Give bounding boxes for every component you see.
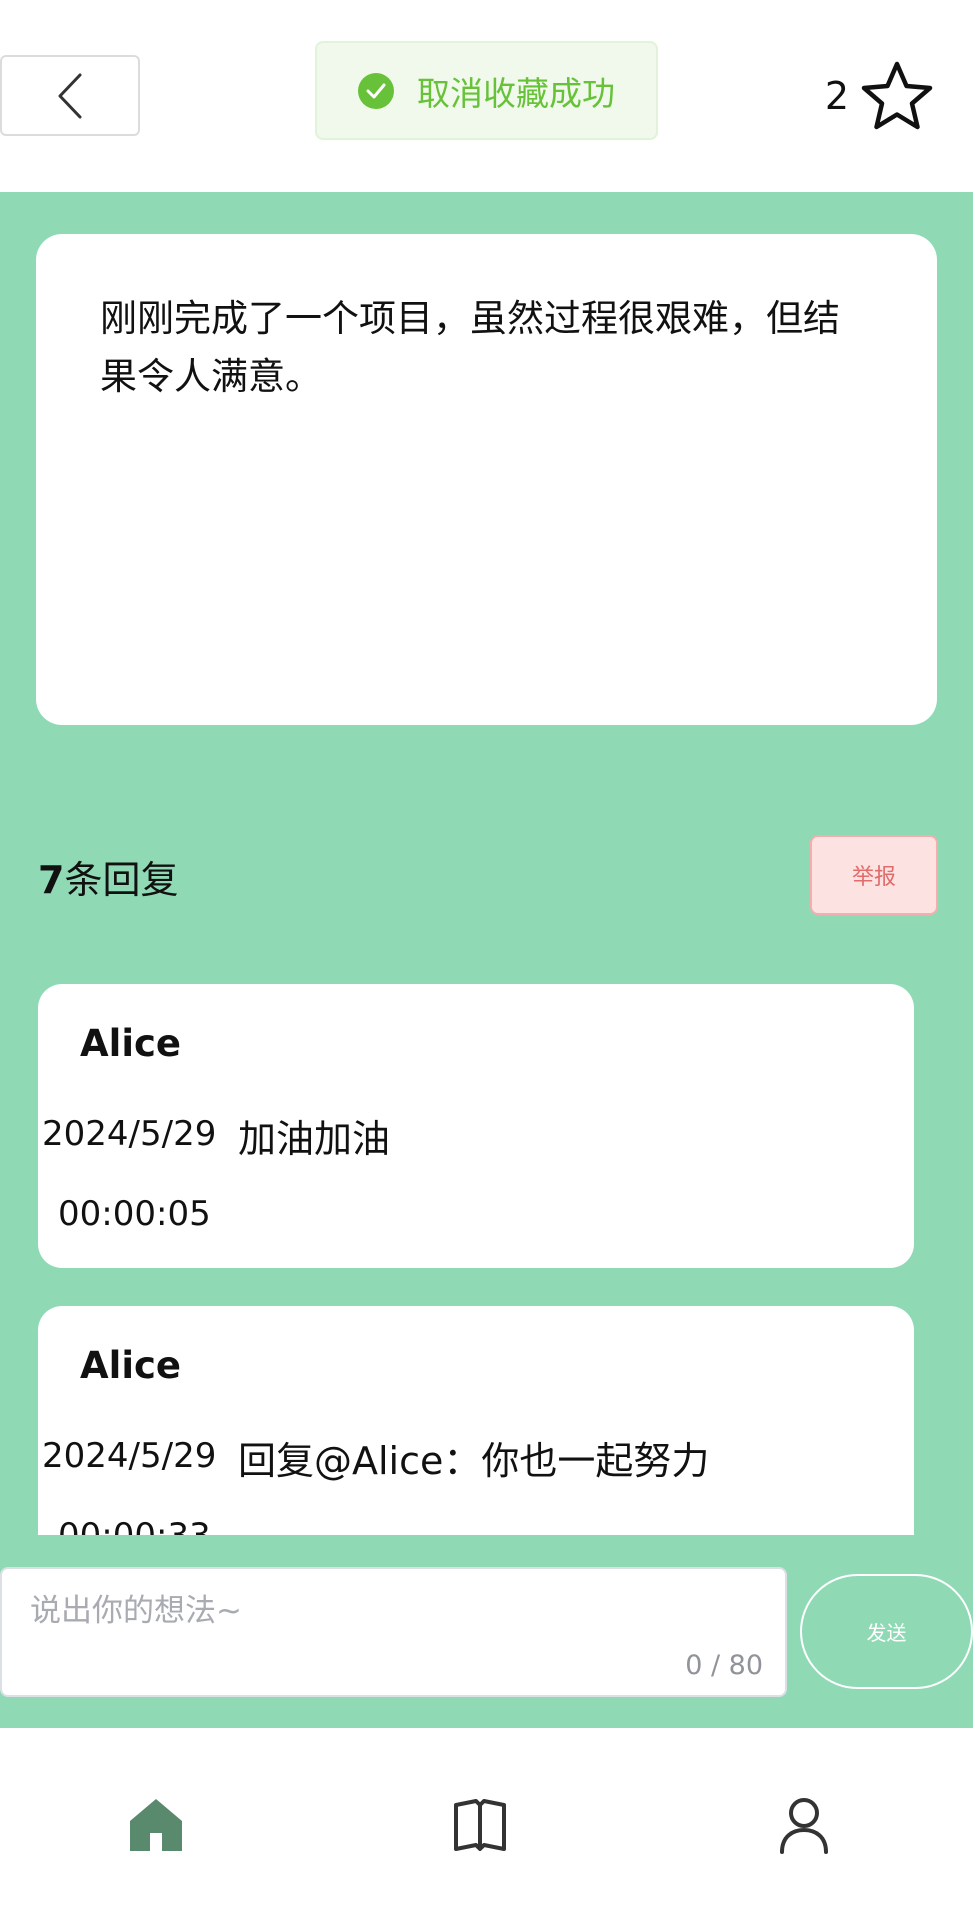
home-icon (130, 1799, 182, 1851)
post-content: 刚刚完成了一个项目，虽然过程很艰难，但结果令人满意。 (100, 297, 840, 398)
send-button[interactable]: 发送 (800, 1574, 973, 1689)
reply-card: Alice 2024/5/29 00:00:33 回复@Alice：你也一起努力 (38, 1306, 914, 1535)
book-icon (454, 1799, 506, 1851)
chevron-left-icon (58, 73, 82, 118)
comment-box: 0 / 80 (0, 1567, 787, 1697)
user-icon (780, 1798, 828, 1854)
back-button[interactable] (0, 55, 140, 136)
star-icon[interactable] (860, 60, 934, 132)
success-toast: 取消收藏成功 (315, 41, 658, 140)
reply-username: Alice (80, 1022, 182, 1065)
reply-content: 回复@Alice：你也一起努力 (238, 1439, 710, 1483)
reply-count-label: 条回复 (64, 858, 179, 902)
reply-time: 00:00:33 (58, 1516, 211, 1535)
reply-card: Alice 2024/5/29 00:00:05 加油加油 (38, 984, 914, 1268)
report-button[interactable]: 举报 (810, 835, 938, 915)
reply-time: 00:00:05 (58, 1194, 211, 1234)
reply-count: 7条回复 (38, 852, 178, 908)
comment-input[interactable] (2, 1569, 785, 1695)
toast-message: 取消收藏成功 (417, 73, 615, 113)
reply-date: 2024/5/29 (42, 1114, 217, 1154)
char-counter: 0 / 80 (685, 1650, 763, 1681)
reply-username: Alice (80, 1344, 182, 1387)
check-circle-icon (358, 72, 394, 109)
reply-list: Alice 2024/5/29 00:00:05 加油加油 Alice 2024… (0, 960, 973, 1535)
reply-content: 加油加油 (238, 1117, 391, 1161)
nav-item-home[interactable] (116, 1780, 196, 1870)
favorite-count: 2 (824, 74, 850, 118)
nav-item-profile[interactable] (764, 1780, 844, 1870)
post-card: 刚刚完成了一个项目，虽然过程很艰难，但结果令人满意。 (36, 234, 937, 725)
reply-count-number: 7 (38, 858, 65, 902)
nav-item-library[interactable] (440, 1780, 520, 1870)
reply-date: 2024/5/29 (42, 1436, 217, 1476)
